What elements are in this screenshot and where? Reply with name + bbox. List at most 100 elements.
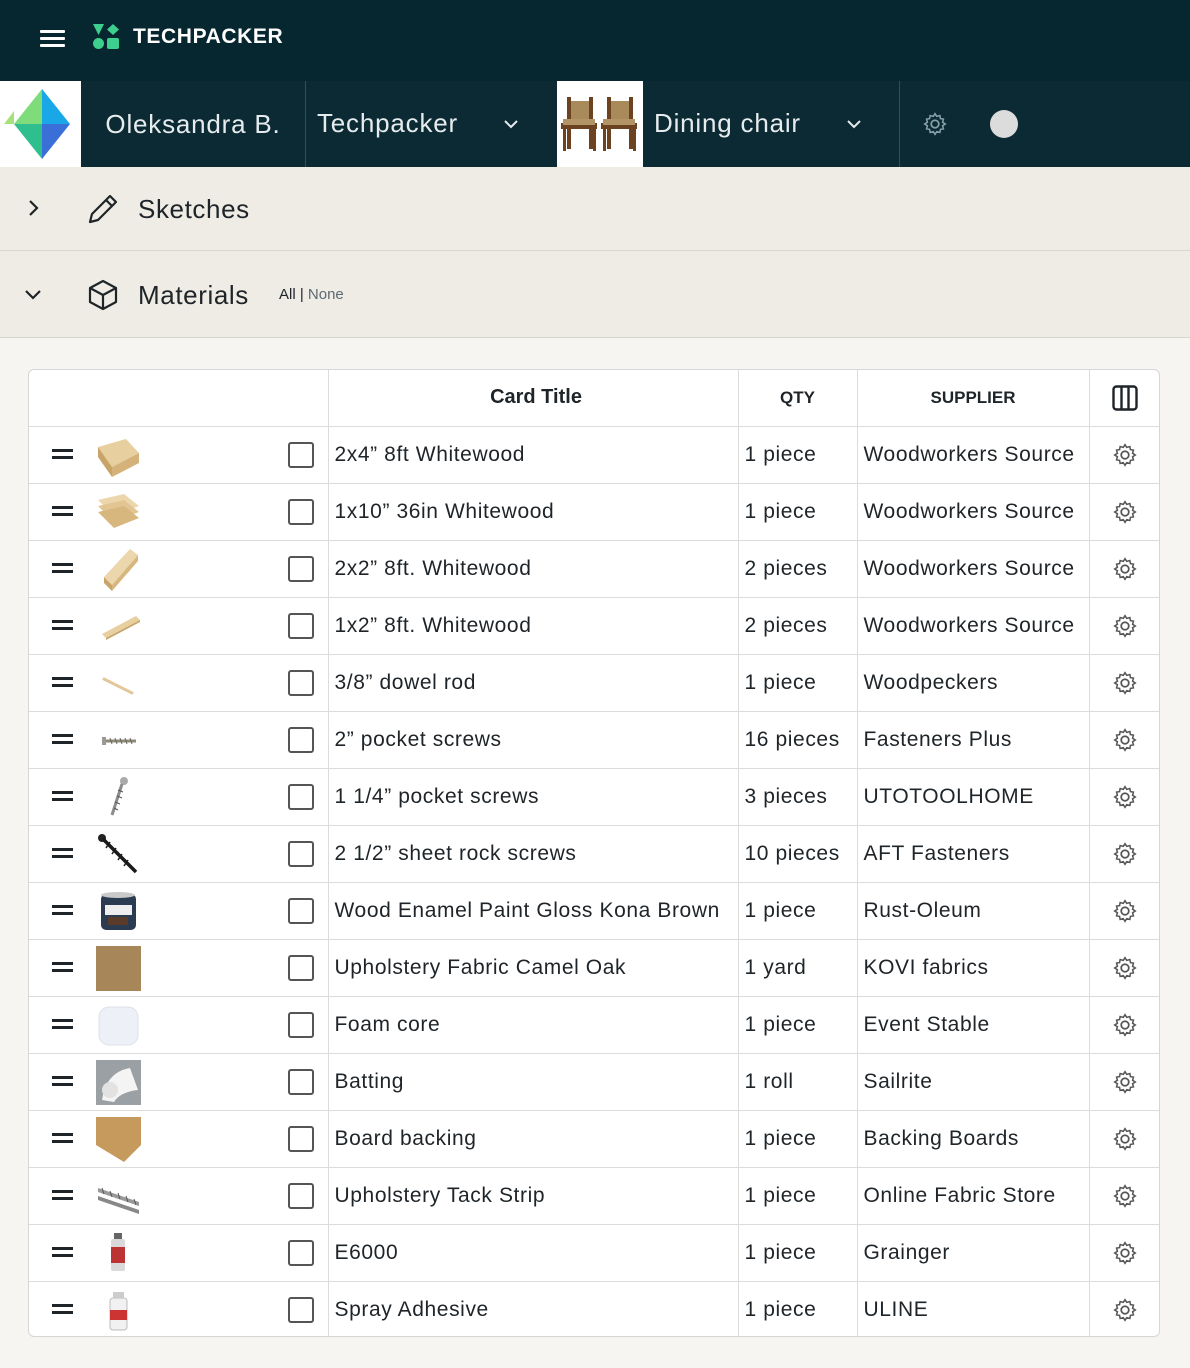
row-settings-gear-icon[interactable] [1112,613,1138,639]
company-logo[interactable] [0,81,81,167]
row-actions[interactable] [1088,882,1159,940]
row-actions[interactable] [1088,939,1159,997]
row-settings-gear-icon[interactable] [1112,727,1138,753]
row-settings-gear-icon[interactable] [1112,784,1138,810]
row-checkbox[interactable] [288,1182,314,1209]
material-qty[interactable]: 16 pieces [737,711,857,769]
table-row[interactable]: E6000 1 piece Grainger [29,1224,1159,1282]
select-none-link[interactable]: None [308,286,344,303]
material-supplier[interactable]: Backing Boards [856,1110,1089,1168]
material-title[interactable]: 2x4” 8ft Whitewood [327,426,738,484]
drag-handle-icon[interactable] [52,1246,73,1258]
settings-gear-icon[interactable] [922,111,948,137]
row-actions[interactable] [1088,711,1159,769]
drag-handle-icon[interactable] [52,1018,73,1030]
header-columns[interactable] [1088,370,1159,427]
material-supplier[interactable]: KOVI fabrics [856,939,1089,997]
drag-handle-icon[interactable] [52,733,73,745]
row-checkbox[interactable] [288,726,314,753]
table-row[interactable]: Upholstery Tack Strip 1 piece Online Fabri… [29,1167,1159,1225]
table-row[interactable]: 3/8” dowel rod 1 piece Woodpeckers [29,654,1159,712]
material-qty[interactable]: 1 piece [737,483,857,541]
drag-handle-icon[interactable] [52,847,73,859]
material-supplier[interactable]: Woodworkers Source [856,426,1089,484]
row-actions[interactable] [1088,483,1159,541]
row-actions[interactable] [1088,768,1159,826]
material-supplier[interactable]: Woodworkers Source [856,540,1089,598]
table-row[interactable]: Upholstery Fabric Camel Oak 1 yard KOVI fa… [29,939,1159,997]
table-row[interactable]: 1x10” 36in Whitewood 1 piece Woodworkers S… [29,483,1159,541]
row-settings-gear-icon[interactable] [1112,1012,1138,1038]
material-title[interactable]: 3/8” dowel rod [327,654,738,712]
material-title[interactable]: Wood Enamel Paint Gloss Kona Brown [327,882,738,940]
select-all-link[interactable]: All | [279,286,304,303]
table-row[interactable]: Batting 1 roll Sailrite [29,1053,1159,1111]
table-row[interactable]: 2 1/2” sheet rock screws 10 pieces AFT Fas… [29,825,1159,883]
row-settings-gear-icon[interactable] [1112,1069,1138,1095]
chevron-down-icon[interactable] [24,286,42,304]
material-supplier[interactable]: Rust-Oleum [856,882,1089,940]
product-thumbnail[interactable] [557,81,643,167]
material-title[interactable]: 2 1/2” sheet rock screws [327,825,738,883]
drag-handle-icon[interactable] [52,1075,73,1087]
row-checkbox[interactable] [288,954,314,981]
row-settings-gear-icon[interactable] [1112,499,1138,525]
material-supplier[interactable]: Woodworkers Source [856,483,1089,541]
row-checkbox[interactable] [288,441,314,468]
material-supplier[interactable]: Grainger [856,1224,1089,1282]
row-checkbox[interactable] [288,669,314,696]
row-actions[interactable] [1088,654,1159,712]
material-qty[interactable]: 1 piece [737,996,857,1054]
row-checkbox[interactable] [288,897,314,924]
row-checkbox[interactable] [288,1068,314,1095]
drag-handle-icon[interactable] [52,1303,73,1315]
header-card-title[interactable]: Card Title [327,370,738,427]
material-qty[interactable]: 2 pieces [737,540,857,598]
row-actions[interactable] [1088,1224,1159,1282]
row-checkbox[interactable] [288,783,314,810]
material-title[interactable]: Batting [327,1053,738,1111]
header-qty[interactable]: QTY [737,370,857,427]
chevron-down-icon[interactable] [504,117,518,131]
row-checkbox[interactable] [288,555,314,582]
drag-handle-icon[interactable] [52,676,73,688]
material-qty[interactable]: 1 piece [737,426,857,484]
avatar[interactable] [990,110,1018,138]
row-actions[interactable] [1088,1110,1159,1168]
chevron-right-icon[interactable] [24,199,42,217]
row-checkbox[interactable] [288,612,314,639]
table-row[interactable]: Foam core 1 piece Event Stable [29,996,1159,1054]
row-settings-gear-icon[interactable] [1112,556,1138,582]
material-supplier[interactable]: Sailrite [856,1053,1089,1111]
material-title[interactable]: Upholstery Tack Strip [327,1167,738,1225]
material-supplier[interactable]: Fasteners Plus [856,711,1089,769]
row-actions[interactable] [1088,1167,1159,1225]
material-supplier[interactable]: AFT Fasteners [856,825,1089,883]
row-checkbox[interactable] [288,1296,314,1323]
material-supplier[interactable]: UTOTOOLHOME [856,768,1089,826]
drag-handle-icon[interactable] [52,619,73,631]
material-supplier[interactable]: ULINE [856,1281,1089,1336]
row-settings-gear-icon[interactable] [1112,1126,1138,1152]
row-checkbox[interactable] [288,1011,314,1038]
material-title[interactable]: 1x2” 8ft. Whitewood [327,597,738,655]
row-actions[interactable] [1088,1053,1159,1111]
row-settings-gear-icon[interactable] [1112,670,1138,696]
drag-handle-icon[interactable] [52,562,73,574]
row-settings-gear-icon[interactable] [1112,898,1138,924]
row-checkbox[interactable] [288,1239,314,1266]
columns-icon[interactable] [1112,385,1138,411]
drag-handle-icon[interactable] [52,961,73,973]
material-title[interactable]: E6000 [327,1224,738,1282]
material-supplier[interactable]: Woodworkers Source [856,597,1089,655]
menu-icon[interactable] [40,30,65,48]
company-selector[interactable]: Techpacker [317,108,458,139]
sketches-section[interactable]: Sketches [0,167,1190,251]
table-row[interactable]: 1 1/4” pocket screws 3 pieces UTOTOOLHOME [29,768,1159,826]
row-actions[interactable] [1088,996,1159,1054]
material-qty[interactable]: 1 piece [737,654,857,712]
material-title[interactable]: 2x2” 8ft. Whitewood [327,540,738,598]
material-qty[interactable]: 2 pieces [737,597,857,655]
material-qty[interactable]: 3 pieces [737,768,857,826]
material-qty[interactable]: 1 piece [737,1110,857,1168]
